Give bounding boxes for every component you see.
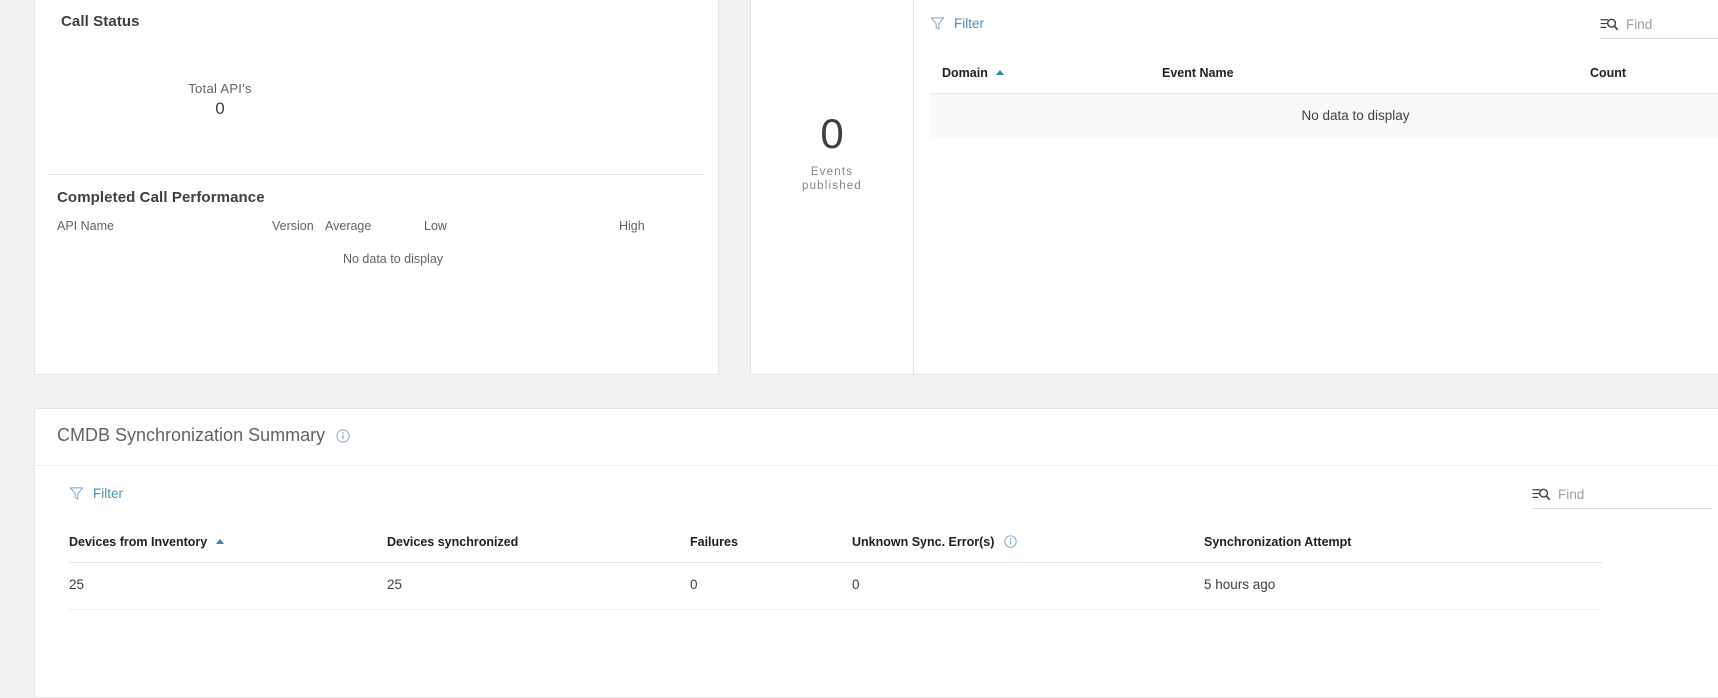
sort-ascending-icon <box>215 539 224 544</box>
events-published-count: 0 <box>820 110 844 157</box>
funnel-icon <box>69 486 84 501</box>
cell-unknown-sync-errors: 0 <box>852 577 860 592</box>
cmdb-table: Devices from Inventory Devices synchroni… <box>69 530 1602 610</box>
events-published-metric: 0 Events published <box>751 113 913 194</box>
column-header-devices-synchronized[interactable]: Devices synchronized <box>387 535 518 549</box>
completed-call-performance-table-header: API Name Version Average Low High <box>57 219 698 237</box>
total-apis-label: Total API's <box>188 81 252 96</box>
events-caption-line-1: Events <box>810 166 854 178</box>
cmdb-find-input[interactable] <box>1558 487 1713 502</box>
completed-call-performance-empty-message: No data to display <box>342 252 444 266</box>
total-apis-value: 0 <box>215 99 225 118</box>
call-status-card: Call Status Total API's 0 Completed Call… <box>34 0 719 375</box>
column-header-devices-from-inventory[interactable]: Devices from Inventory <box>69 535 224 549</box>
events-table: Domain Event Name Count No data to displ… <box>930 61 1718 138</box>
column-header-high[interactable]: High <box>619 219 645 233</box>
column-header-unknown-sync-errors[interactable]: Unknown Sync. Error(s) <box>852 535 1018 549</box>
cmdb-filter-label: Filter <box>93 486 123 501</box>
cmdb-find-box[interactable] <box>1532 486 1713 509</box>
list-search-icon <box>1600 16 1619 33</box>
total-apis-metric: Total API's 0 <box>35 81 405 119</box>
column-header-count[interactable]: Count <box>1590 66 1626 80</box>
sort-ascending-icon <box>996 70 1005 75</box>
cmdb-filter-button[interactable]: Filter <box>69 486 123 501</box>
completed-call-performance-title: Completed Call Performance <box>57 189 265 206</box>
events-filter-label: Filter <box>954 16 984 31</box>
funnel-icon <box>930 16 945 31</box>
column-header-domain[interactable]: Domain <box>942 66 1005 80</box>
events-published-caption: Events published <box>751 165 913 194</box>
info-icon[interactable] <box>1004 535 1018 549</box>
call-status-title: Call Status <box>61 13 140 30</box>
cell-devices-from-inventory: 25 <box>69 577 85 592</box>
events-table-empty-message: No data to display <box>930 94 1718 138</box>
column-header-low[interactable]: Low <box>424 219 447 233</box>
cmdb-card-header: CMDB Synchronization Summary <box>35 409 1718 466</box>
events-table-region: Filter Find Domain Event Name Count No d… <box>914 0 1718 374</box>
card-divider <box>49 174 704 175</box>
column-header-unknown-sync-errors-label: Unknown Sync. Error(s) <box>852 535 995 549</box>
column-header-synchronization-attempt[interactable]: Synchronization Attempt <box>1204 535 1351 549</box>
column-header-domain-label: Domain <box>942 66 988 80</box>
column-header-failures[interactable]: Failures <box>690 535 738 549</box>
cmdb-synchronization-summary-card: CMDB Synchronization Summary Filter Find… <box>34 408 1718 698</box>
events-published-card: 0 Events published Filter Find Domain Ev… <box>750 0 1718 375</box>
events-filter-button[interactable]: Filter <box>930 16 984 31</box>
column-header-event-name[interactable]: Event Name <box>1162 66 1234 80</box>
events-table-header: Domain Event Name Count <box>930 61 1718 94</box>
dashboard-page: Call Status Total API's 0 Completed Call… <box>0 0 1718 698</box>
cell-synchronization-attempt: 5 hours ago <box>1204 577 1276 592</box>
events-toolbar: Filter <box>914 16 1718 50</box>
column-header-devices-from-inventory-label: Devices from Inventory <box>69 535 208 549</box>
events-find-box[interactable] <box>1600 16 1718 39</box>
list-search-icon <box>1532 486 1551 503</box>
events-caption-line-2: published <box>801 180 863 193</box>
column-header-api-name[interactable]: API Name <box>57 219 114 233</box>
cmdb-table-header: Devices from Inventory Devices synchroni… <box>69 530 1602 563</box>
cell-failures: 0 <box>690 577 698 592</box>
cell-devices-synchronized: 25 <box>387 577 403 592</box>
column-header-version[interactable]: Version <box>272 219 314 233</box>
cmdb-title: CMDB Synchronization Summary <box>57 425 350 446</box>
cmdb-toolbar: Filter <box>35 486 1718 520</box>
cmdb-title-label: CMDB Synchronization Summary <box>57 425 326 445</box>
info-icon[interactable] <box>336 427 350 443</box>
column-header-average[interactable]: Average <box>325 219 371 233</box>
table-row[interactable]: 25 25 0 0 5 hours ago <box>69 563 1602 610</box>
events-find-input[interactable] <box>1626 17 1718 32</box>
